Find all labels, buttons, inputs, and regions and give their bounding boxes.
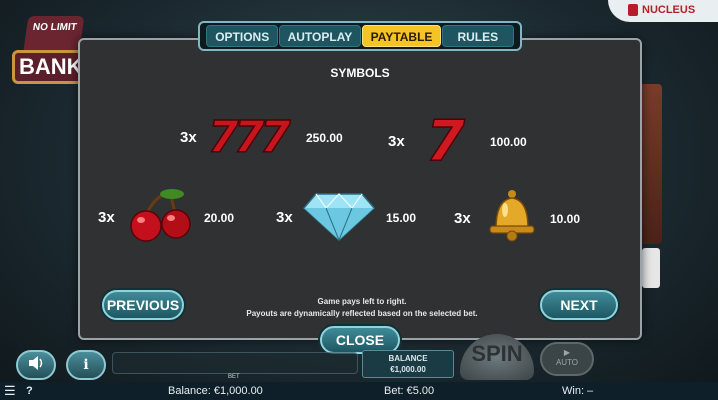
cherries-icon — [124, 186, 194, 249]
menu-icon[interactable]: ☰ — [4, 382, 16, 400]
payout-value: 20.00 — [204, 210, 235, 225]
tab-rules[interactable]: RULES — [441, 25, 514, 47]
status-bar: ☰ ? Balance: €1,000.00 Bet: €5.00 Win: – — [0, 382, 718, 400]
reel-frame-edge-lower — [642, 248, 660, 288]
paytable-note-line1: Game pays left to right. — [317, 297, 407, 306]
bet-label: BET — [228, 374, 240, 380]
brand-text: NUCLEUS — [642, 4, 696, 16]
info-button[interactable]: i — [66, 350, 106, 380]
status-bet: Bet: €5.00 — [384, 385, 435, 397]
auto-label: AUTO — [555, 358, 579, 367]
balance-value: €1,000.00 — [390, 365, 426, 374]
balance-display: BALANCE €1,000.00 — [362, 350, 454, 378]
paytable-row-triple-seven: 3x 777 250.00 — [180, 111, 343, 164]
multiplier-label: 3x — [180, 129, 197, 146]
bet-selector[interactable] — [112, 352, 358, 374]
paytable-heading: SYMBOLS — [330, 66, 390, 80]
paytable-row-seven: 3x 7 100.00 — [388, 108, 527, 175]
bell-icon — [484, 188, 540, 249]
brand-logo-icon — [628, 4, 638, 16]
multiplier-label: 3x — [454, 210, 471, 227]
sound-button[interactable] — [16, 350, 56, 380]
tab-autoplay[interactable]: AUTOPLAY — [278, 25, 362, 47]
status-win: Win: – — [562, 385, 594, 397]
multiplier-label: 3x — [98, 209, 115, 226]
seven-icon: 7 — [420, 108, 480, 175]
speaker-icon — [28, 356, 44, 373]
settings-tab-bar: OPTIONS AUTOPLAY PAYTABLE RULES — [198, 21, 522, 51]
svg-text:7: 7 — [426, 112, 465, 166]
paytable-row-diamond: 3x 15.00 — [276, 188, 416, 247]
payout-value: 10.00 — [550, 211, 581, 226]
balance-label: BALANCE — [388, 354, 428, 363]
paytable-panel: SYMBOLS 3x 777 250.00 3x 7 100.00 3x 20.… — [78, 38, 642, 340]
payout-value: 100.00 — [490, 134, 527, 149]
auto-button[interactable]: ▶ AUTO — [540, 342, 594, 376]
tab-options[interactable]: OPTIONS — [206, 25, 279, 47]
game-logo: NO LIMIT BANK — [6, 12, 90, 84]
diamond-icon — [302, 188, 376, 247]
previous-button[interactable]: PREVIOUS — [102, 290, 184, 320]
help-button[interactable]: ? — [26, 382, 33, 400]
paytable-row-cherries: 3x 20.00 — [98, 186, 234, 249]
svg-text:7: 7 — [260, 112, 291, 158]
paytable-row-bell: 3x 10.00 — [454, 188, 580, 249]
triple-seven-icon: 777 — [206, 111, 296, 164]
control-strip: i — [0, 346, 718, 382]
play-icon: ▶ — [563, 348, 571, 357]
next-button[interactable]: NEXT — [540, 290, 618, 320]
multiplier-label: 3x — [276, 209, 293, 226]
status-balance: Balance: €1,000.00 — [168, 385, 263, 397]
tab-paytable[interactable]: PAYTABLE — [361, 25, 442, 47]
payout-value: 250.00 — [306, 130, 343, 145]
brand-badge: NUCLEUS — [608, 0, 718, 22]
multiplier-label: 3x — [388, 133, 405, 150]
reel-frame-edge — [640, 84, 662, 244]
payout-value: 15.00 — [386, 210, 417, 225]
paytable-note-line2: Payouts are dynamically reflected based … — [246, 309, 478, 318]
spin-button[interactable]: SPIN — [460, 334, 534, 380]
logo-top-text: NO LIMIT — [23, 16, 85, 50]
